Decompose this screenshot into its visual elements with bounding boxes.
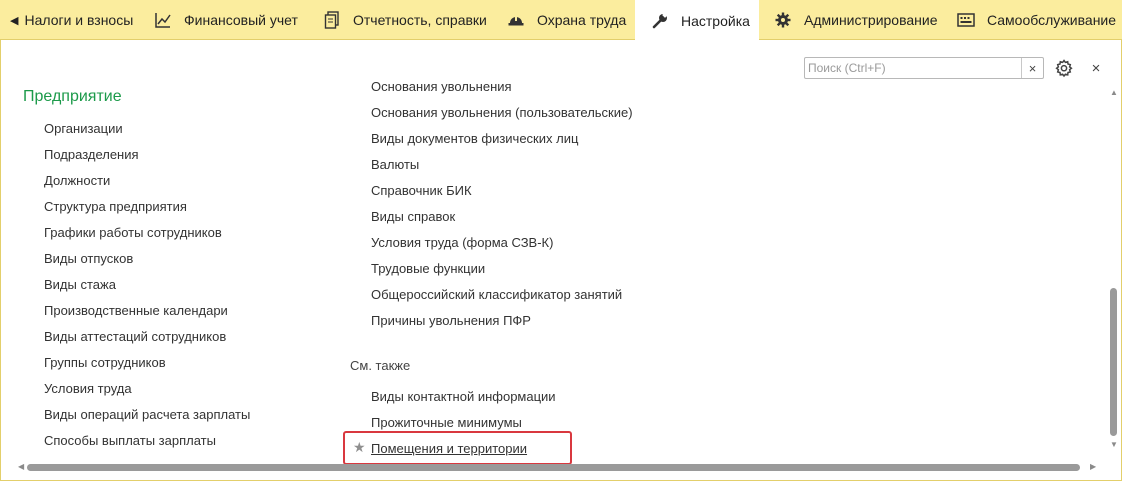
- tab-label: Налоги и взносы: [24, 12, 134, 28]
- link-organizations[interactable]: Организации: [44, 121, 123, 136]
- tab-settings[interactable]: Настройка: [635, 0, 759, 41]
- gear-icon: [774, 11, 792, 29]
- tab-label: Администрирование: [804, 12, 938, 28]
- tab-label: Настройка: [681, 12, 750, 29]
- scroll-down-arrow-icon[interactable]: ▼: [1110, 440, 1118, 449]
- link-dismissal-grounds-custom[interactable]: Основания увольнения (пользовательские): [371, 105, 633, 120]
- link-certificate-types[interactable]: Виды справок: [371, 209, 455, 224]
- link-identity-document-types[interactable]: Виды документов физических лиц: [371, 131, 578, 146]
- tab-reports[interactable]: Отчетность, справки: [323, 0, 487, 40]
- search-input[interactable]: [805, 58, 1021, 78]
- clear-search-button[interactable]: ×: [1021, 58, 1043, 78]
- keyboard-icon: [957, 11, 975, 29]
- link-contact-info-types[interactable]: Виды контактной информации: [371, 389, 556, 404]
- section-title-enterprise: Предприятие: [23, 88, 122, 105]
- link-employee-groups[interactable]: Группы сотрудников: [44, 355, 166, 370]
- tab-label: Финансовый учет: [184, 12, 298, 28]
- chart-icon: [154, 11, 172, 29]
- scroll-left-arrow-icon[interactable]: ◀: [18, 462, 24, 471]
- helmet-icon: [507, 11, 525, 29]
- link-enterprise-structure[interactable]: Структура предприятия: [44, 199, 187, 214]
- link-premises-and-territories[interactable]: Помещения и территории: [371, 441, 527, 456]
- left-arrow-icon[interactable]: ◀: [10, 14, 18, 27]
- search-field: ×: [804, 57, 1044, 79]
- link-pfr-dismissal-reasons[interactable]: Причины увольнения ПФР: [371, 313, 531, 328]
- section-tab-bar: ◀ Налоги и взносы Финансовый учет Отчетн…: [0, 0, 1122, 41]
- link-payroll-operation-types[interactable]: Виды операций расчета зарплаты: [44, 407, 250, 422]
- link-departments[interactable]: Подразделения: [44, 147, 139, 162]
- link-labor-functions[interactable]: Трудовые функции: [371, 261, 485, 276]
- link-work-schedules[interactable]: Графики работы сотрудников: [44, 225, 222, 240]
- tab-label: Самообслуживание: [987, 12, 1117, 28]
- link-vacation-types[interactable]: Виды отпусков: [44, 251, 133, 266]
- link-currencies[interactable]: Валюты: [371, 157, 419, 172]
- link-working-conditions[interactable]: Условия труда: [44, 381, 132, 396]
- tab-administration[interactable]: Администрирование: [774, 0, 938, 40]
- see-also-heading: См. также: [350, 358, 411, 373]
- tab-financial[interactable]: Финансовый учет: [154, 0, 298, 40]
- horizontal-scroll-thumb[interactable]: [27, 464, 1080, 471]
- link-dismissal-grounds[interactable]: Основания увольнения: [371, 79, 512, 94]
- star-icon[interactable]: ★: [353, 439, 366, 456]
- vertical-scroll-thumb[interactable]: [1110, 288, 1117, 436]
- link-positions[interactable]: Должности: [44, 173, 110, 188]
- settings-gear-icon[interactable]: [1054, 58, 1074, 78]
- tab-taxes[interactable]: ◀ Налоги и взносы: [10, 0, 133, 40]
- link-attestation-types[interactable]: Виды аттестаций сотрудников: [44, 329, 226, 344]
- close-icon[interactable]: ×: [1088, 58, 1104, 78]
- tab-labor-safety[interactable]: Охрана труда: [507, 0, 626, 40]
- scroll-up-arrow-icon[interactable]: ▲: [1110, 88, 1118, 97]
- documents-icon: [323, 11, 341, 29]
- link-occupations-classifier[interactable]: Общероссийский классификатор занятий: [371, 287, 622, 302]
- tab-label: Охрана труда: [537, 12, 627, 28]
- link-bic-directory[interactable]: Справочник БИК: [371, 183, 472, 198]
- tab-label: Отчетность, справки: [353, 12, 487, 28]
- link-salary-payment-methods[interactable]: Способы выплаты зарплаты: [44, 433, 216, 448]
- link-production-calendars[interactable]: Производственные календари: [44, 303, 228, 318]
- link-seniority-types[interactable]: Виды стажа: [44, 277, 116, 292]
- wrench-icon: [651, 11, 669, 30]
- link-working-conditions-szv-k[interactable]: Условия труда (форма СЗВ-К): [371, 235, 553, 250]
- scroll-right-arrow-icon[interactable]: ▶: [1090, 462, 1096, 471]
- tab-self-service[interactable]: Самообслуживание: [957, 0, 1116, 40]
- link-subsistence-minimums[interactable]: Прожиточные минимумы: [371, 415, 522, 430]
